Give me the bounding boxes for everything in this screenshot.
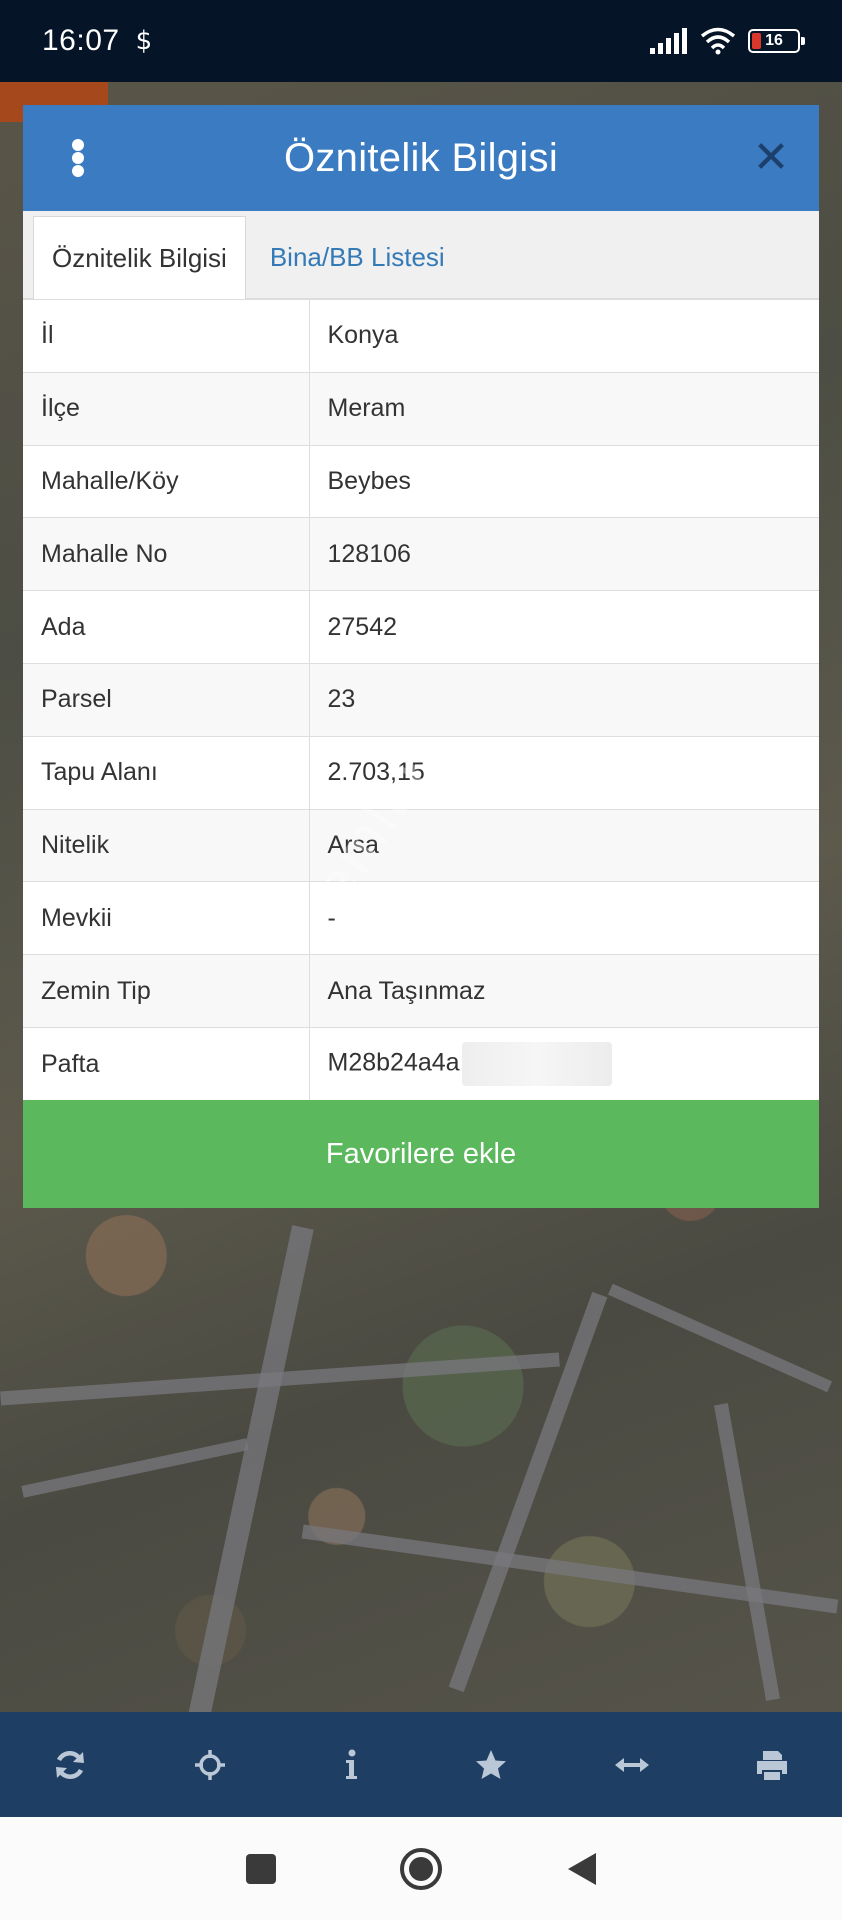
row-key: Zemin Tip bbox=[23, 954, 310, 1028]
more-options-button[interactable] bbox=[63, 131, 93, 185]
row-value: Arsa bbox=[309, 808, 819, 882]
row-key: Mevkii bbox=[23, 881, 310, 955]
locate-button[interactable] bbox=[185, 1740, 235, 1790]
close-button[interactable]: ✕ bbox=[751, 136, 791, 180]
status-bar: 16:07 $ 16 bbox=[0, 0, 842, 82]
row-value: 128106 bbox=[309, 517, 819, 591]
table-row: Parsel 23 bbox=[23, 662, 819, 737]
row-key: Parsel bbox=[23, 662, 310, 737]
row-key: Nitelik bbox=[23, 808, 310, 882]
table-row: İl Konya bbox=[23, 299, 819, 373]
back-icon bbox=[568, 1852, 596, 1885]
row-value: Konya bbox=[309, 299, 819, 373]
tab-attribute-info[interactable]: Öznitelik Bilgisi bbox=[33, 216, 246, 299]
tabs-bar: Öznitelik Bilgisi Bina/BB Listesi bbox=[23, 211, 819, 299]
tab-building-list[interactable]: Bina/BB Listesi bbox=[246, 216, 463, 298]
print-icon bbox=[756, 1750, 787, 1780]
home-button[interactable] bbox=[396, 1844, 446, 1894]
close-icon: ✕ bbox=[752, 133, 790, 182]
dialog-title: Öznitelik Bilgisi bbox=[283, 135, 559, 180]
dot-icon bbox=[72, 152, 84, 164]
pafta-value: M28b24a4a bbox=[327, 1048, 460, 1077]
locate-icon bbox=[195, 1749, 226, 1780]
attribute-table: İl Konya İlçe Meram Mahalle/Köy Beybes M… bbox=[23, 299, 819, 1101]
dot-icon bbox=[72, 165, 84, 177]
currency-icon: $ bbox=[135, 26, 153, 56]
add-favorites-button[interactable]: Favorilere ekle bbox=[23, 1100, 819, 1208]
star-icon bbox=[476, 1749, 507, 1779]
recents-icon bbox=[246, 1853, 276, 1884]
row-key: Pafta bbox=[23, 1026, 310, 1101]
dialog-header: Öznitelik Bilgisi ✕ bbox=[23, 105, 819, 211]
measure-button[interactable] bbox=[607, 1740, 657, 1790]
redacted-patch bbox=[461, 1042, 612, 1087]
battery-level: 16 bbox=[765, 32, 783, 49]
system-nav-bar bbox=[0, 1817, 842, 1920]
wifi-icon bbox=[700, 27, 736, 55]
row-value: Ana Taşınmaz bbox=[309, 954, 819, 1028]
row-key: Tapu Alanı bbox=[23, 735, 310, 810]
row-key: İl bbox=[23, 299, 310, 373]
refresh-button[interactable] bbox=[45, 1740, 95, 1790]
row-value-pafta: M28b24a4a bbox=[309, 1026, 819, 1101]
row-value: - bbox=[309, 881, 819, 955]
row-value: 23 bbox=[309, 662, 819, 737]
row-value: Beybes bbox=[309, 444, 819, 518]
print-button[interactable] bbox=[747, 1740, 797, 1790]
row-value: 27542 bbox=[309, 590, 819, 664]
refresh-icon bbox=[56, 1750, 84, 1779]
row-key: Mahalle/Köy bbox=[23, 444, 310, 518]
map-toolbar bbox=[0, 1712, 842, 1817]
table-row: İlçe Meram bbox=[23, 371, 819, 446]
table-row: Pafta M28b24a4a bbox=[23, 1026, 819, 1101]
home-icon bbox=[400, 1847, 442, 1890]
table-row: Mahalle No 128106 bbox=[23, 517, 819, 591]
table-row: Tapu Alanı 2.703,15 bbox=[23, 735, 819, 810]
info-button[interactable] bbox=[326, 1740, 376, 1790]
info-icon bbox=[345, 1749, 357, 1779]
dot-icon bbox=[72, 139, 84, 151]
attribute-dialog: Öznitelik Bilgisi ✕ Öznitelik Bilgisi Bi… bbox=[23, 105, 819, 1208]
measure-icon bbox=[614, 1757, 649, 1772]
table-row: Zemin Tip Ana Taşınmaz bbox=[23, 954, 819, 1028]
row-key: İlçe bbox=[23, 371, 310, 446]
row-value: Meram bbox=[309, 371, 819, 446]
table-row: Ada 27542 bbox=[23, 590, 819, 664]
status-time: 16:07 bbox=[42, 24, 120, 57]
table-row: Nitelik Arsa bbox=[23, 808, 819, 882]
status-icons: 16 bbox=[650, 27, 805, 55]
table-row: Mahalle/Köy Beybes bbox=[23, 444, 819, 518]
favorites-button[interactable] bbox=[466, 1740, 516, 1790]
signal-icon bbox=[650, 28, 687, 54]
back-button[interactable] bbox=[556, 1844, 606, 1894]
row-key: Mahalle No bbox=[23, 517, 310, 591]
row-key: Ada bbox=[23, 590, 310, 664]
row-value: 2.703,15 bbox=[309, 735, 819, 810]
recents-button[interactable] bbox=[236, 1844, 286, 1894]
table-row: Mevkii - bbox=[23, 881, 819, 955]
battery-icon: 16 bbox=[748, 29, 805, 53]
